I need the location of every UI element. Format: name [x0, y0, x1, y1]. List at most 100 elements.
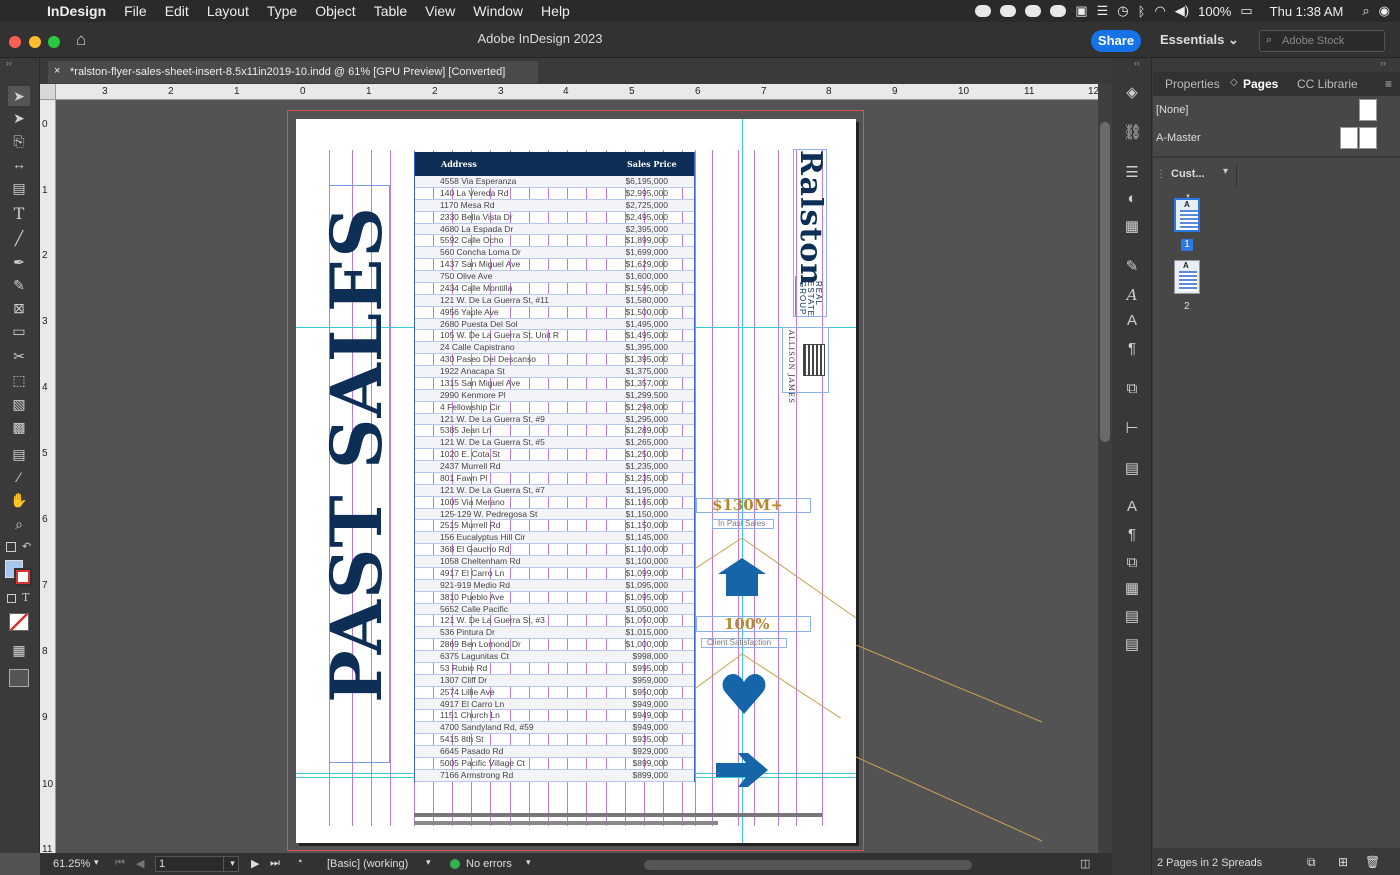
stroke-icon[interactable]: ☰ — [1123, 164, 1141, 182]
clock[interactable]: Thu 1:38 AM — [1270, 4, 1344, 19]
menu-help[interactable]: Help — [532, 3, 579, 19]
page-number-2[interactable]: 2 — [1184, 301, 1190, 312]
table-row[interactable]: 7166 Armstrong Rd $899,000 — [415, 769, 694, 782]
table-row[interactable]: 121 W. De La Guerra St, #5 $1,265,000 — [415, 437, 694, 450]
paragraph-styles-icon[interactable]: ✎ — [1123, 258, 1141, 276]
table-row[interactable]: 53 Rubio Rd $995,000 — [415, 663, 694, 675]
drive-icon[interactable]: ☰ — [1097, 3, 1109, 19]
delete-page-icon[interactable]: 🗑 — [1365, 855, 1380, 869]
scrollbar-thumb[interactable] — [1100, 122, 1110, 442]
object-styles-icon[interactable]: ¶ — [1123, 526, 1141, 544]
ruler-origin[interactable] — [40, 84, 56, 100]
line-tool-icon[interactable]: ╱ — [8, 228, 30, 248]
character-icon[interactable]: A — [1123, 312, 1141, 330]
gap-tool-icon[interactable]: ↔ — [8, 154, 30, 174]
text-wrap-icon[interactable]: ▤ — [1123, 460, 1141, 478]
table-row[interactable]: 24 Calle Capistrano $1,395,000 — [415, 342, 694, 355]
table-row[interactable]: 156 Eucalyptus Hill Cir $1,145,000 — [415, 532, 694, 545]
vertical-ruler[interactable]: 0 1 2 3 4 5 6 7 8 9 10 11 — [40, 100, 56, 855]
table-styles-icon[interactable]: ⧉ — [1123, 554, 1141, 572]
free-transform-tool-icon[interactable]: ⬚ — [8, 370, 30, 390]
table-row[interactable]: 2515 Murrell Rd $1,150,000 — [415, 520, 694, 533]
new-page-icon[interactable]: ⊞ — [1338, 855, 1348, 869]
tab-cc-libraries[interactable]: CC Librarie — [1297, 77, 1358, 91]
cell-styles-icon[interactable]: ▤ — [1123, 608, 1141, 626]
formatting-text-icon[interactable]: T — [22, 591, 29, 604]
share-button[interactable]: Share — [1091, 30, 1141, 52]
gradient-swatch-tool-icon[interactable]: ▧ — [8, 394, 30, 414]
menu-object[interactable]: Object — [306, 3, 364, 19]
table-row[interactable]: 1922 Anacapa St $1,375,000 — [415, 366, 694, 378]
volume-icon[interactable]: ◀) — [1175, 3, 1189, 19]
cloud-icon[interactable] — [1050, 5, 1067, 17]
table-row[interactable]: 121 W. De La Guerra St, #3 $1,050,000 — [415, 615, 694, 628]
view-mode-icon[interactable]: ▦ — [8, 640, 30, 660]
pencil-tool-icon[interactable]: ✎ — [8, 275, 30, 295]
table-row[interactable]: 2574 Lillie Ave $950,000 — [415, 687, 694, 699]
page-number-1[interactable]: 1 — [1181, 239, 1193, 251]
table-row[interactable]: 750 Olive Ave $1,600,000 — [415, 271, 694, 283]
align-icon[interactable]: ⊢ — [1123, 420, 1141, 438]
character-styles-icon[interactable]: A — [1123, 286, 1141, 304]
master-none[interactable]: [None] — [1156, 104, 1188, 116]
collapse-toolbar-icon[interactable]: ›› — [6, 58, 12, 68]
table-icon[interactable]: ▦ — [1123, 580, 1141, 598]
master-a-left-thumb[interactable] — [1340, 127, 1358, 149]
table-row[interactable]: 2330 Bella Vista Dr $2,495,000 — [415, 212, 694, 224]
table-row[interactable]: 1307 Cliff Dr $959,000 — [415, 674, 694, 687]
battery-icon[interactable]: ▭ — [1240, 3, 1252, 19]
table-row[interactable]: 560 Concha Loma Dr $1,699,000 — [415, 247, 694, 260]
table-row[interactable]: 1005 Via Merano $1,165,000 — [415, 497, 694, 509]
table-row[interactable]: 5385 Jean Ln $1,289,000 — [415, 425, 694, 438]
apply-none-icon[interactable] — [9, 613, 29, 631]
paragraph-icon[interactable]: ¶ — [1123, 340, 1141, 358]
hand-tool-icon[interactable]: ✋ — [8, 490, 30, 510]
gradient-feather-tool-icon[interactable]: ▩ — [8, 417, 30, 437]
table-row[interactable]: 140 La Vereda Rd $2,995,000 — [415, 188, 694, 200]
tab-properties[interactable]: Properties — [1165, 77, 1220, 91]
menu-view[interactable]: View — [416, 3, 464, 19]
table-row[interactable]: 801 Fawn Pl $1,235,000 — [415, 473, 694, 485]
table-row[interactable]: 4700 Sandyland Rd, #59 $949,000 — [415, 722, 694, 735]
swatches-icon[interactable]: ▦ — [1123, 218, 1141, 236]
zoom-level[interactable]: 61.25% — [53, 858, 90, 870]
swap-colors-icon[interactable]: ↶ — [22, 540, 31, 553]
table-row[interactable]: 4917 El Carro Ln $949,000 — [415, 698, 694, 711]
scissors-tool-icon[interactable]: ✂ — [8, 346, 30, 366]
close-tab-icon[interactable]: × — [54, 65, 60, 77]
sales-table[interactable]: Address Sales Price 4558 Via Esperanza $6… — [414, 152, 695, 782]
bluetooth-icon[interactable]: ᛒ — [1138, 4, 1146, 19]
spotlight-icon[interactable]: ⌕ — [1362, 3, 1369, 19]
horizontal-scrollbar[interactable] — [644, 860, 972, 870]
page-dropdown-chevron-icon[interactable]: ▾ — [223, 856, 241, 872]
table-row[interactable]: 121 W. De La Guerra St, #7 $1,195,000 — [415, 484, 694, 497]
cloud-icon[interactable] — [1025, 5, 1042, 17]
table-row[interactable]: 2990 Kenmore Pl $1,299,500 — [415, 389, 694, 402]
document-tab[interactable]: × *ralston-flyer-sales-sheet-insert-8.5x… — [48, 61, 538, 83]
table-row[interactable]: 5652 Calle Pacific $1,050,000 — [415, 603, 694, 616]
chevron-down-icon[interactable]: ▾ — [1223, 166, 1228, 177]
table-row[interactable]: 2437 Murrell Rd $1,235,000 — [415, 461, 694, 473]
workspace-switcher[interactable]: Essentials ⌄ — [1160, 32, 1239, 48]
pathfinder-icon[interactable]: ⧉ — [1123, 380, 1141, 398]
stroke-swatch[interactable] — [14, 568, 32, 586]
table-row[interactable]: 4917 El Carro Ln $1,099,000 — [415, 568, 694, 580]
table-row[interactable]: 1151 Church Ln $949,000 — [415, 710, 694, 723]
first-page-icon[interactable]: ⏮ — [115, 857, 125, 870]
collapse-right-icon[interactable]: ›› — [1380, 58, 1386, 68]
layers-icon[interactable]: ◈ — [1123, 84, 1141, 102]
links-icon[interactable]: ⛓ — [1123, 124, 1142, 142]
zoom-tool-icon[interactable]: ⌕ — [8, 514, 30, 534]
pen-tool-icon[interactable]: ✒ — [8, 252, 30, 272]
table-row[interactable]: 1058 Cheltenham Rd $1,100,000 — [415, 556, 694, 568]
page-tool-icon[interactable]: ⎘ — [8, 131, 30, 151]
wifi-icon[interactable]: ◠ — [1154, 3, 1165, 19]
page-thumb-2[interactable]: A — [1174, 260, 1200, 294]
last-page-icon[interactable]: ⏭ — [270, 857, 280, 870]
open-page-icon[interactable]: ◔ — [296, 856, 303, 868]
content-icon[interactable]: ▤ — [1123, 636, 1141, 654]
menu-layout[interactable]: Layout — [198, 3, 258, 19]
next-page-icon[interactable]: ▶ — [251, 857, 259, 870]
adobe-stock-search[interactable]: ⌕ Adobe Stock — [1259, 30, 1385, 52]
cc-libraries-icon[interactable]: A — [1123, 498, 1141, 516]
